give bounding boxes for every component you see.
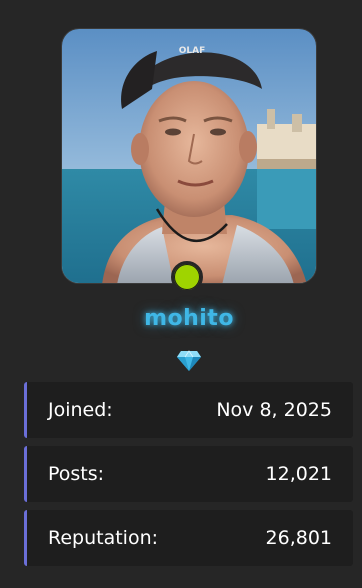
- diamond-icon: [177, 350, 201, 371]
- stat-joined: Joined: Nov 8, 2025: [24, 382, 353, 438]
- stat-reputation-label: Reputation:: [48, 527, 159, 549]
- stat-joined-value: Nov 8, 2025: [216, 399, 332, 421]
- stat-reputation: Reputation: 26,801: [24, 510, 353, 566]
- stat-posts: Posts: 12,021: [24, 446, 353, 502]
- avatar[interactable]: OLAF: [61, 28, 317, 284]
- online-status-indicator: [171, 261, 203, 293]
- username[interactable]: mohito: [0, 306, 362, 331]
- stat-reputation-value: 26,801: [265, 527, 332, 549]
- profile-photo: OLAF: [62, 29, 316, 283]
- svg-text:OLAF: OLAF: [179, 46, 206, 56]
- stat-posts-label: Posts:: [48, 463, 105, 485]
- stat-posts-value: 12,021: [265, 463, 332, 485]
- stat-joined-label: Joined:: [48, 399, 113, 421]
